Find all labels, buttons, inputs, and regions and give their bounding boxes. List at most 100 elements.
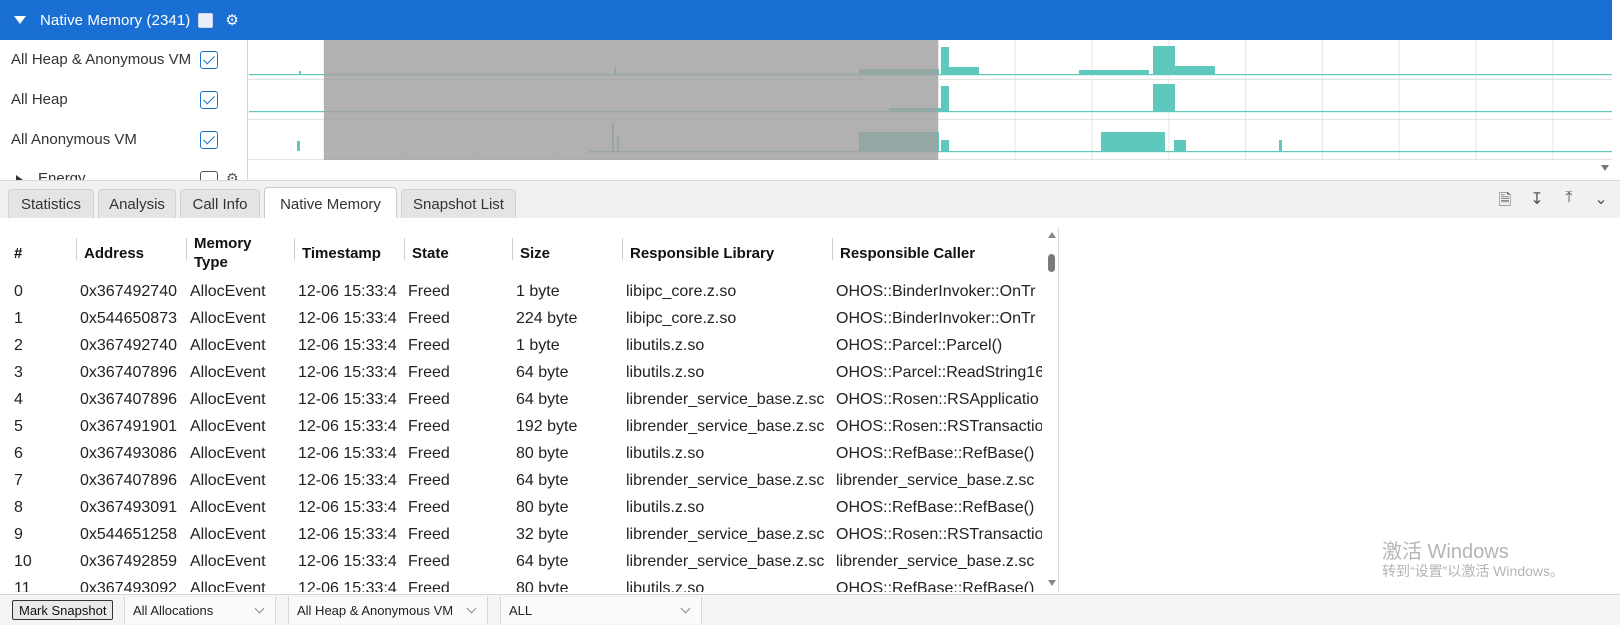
table-cell: 80 byte xyxy=(516,445,569,462)
table-cell: libipc_core.z.so xyxy=(626,310,737,327)
windows-activation-watermark-subtitle: 转到“设置”以激活 Windows。 xyxy=(1382,563,1565,579)
table-cell: 0x367492740 xyxy=(80,337,177,354)
table-cell: 3 xyxy=(14,364,23,381)
table-cell: 12-06 15:33:4 xyxy=(298,472,397,489)
table-cell: libutils.z.so xyxy=(626,580,705,592)
table-row[interactable]: 5 0x367491901 AllocEvent 12-06 15:33:4 Freed… xyxy=(0,415,1046,442)
event-filter-select[interactable]: ALL xyxy=(500,597,702,624)
table-cell: Freed xyxy=(408,283,450,300)
column-header-address[interactable]: Address xyxy=(76,228,180,278)
push-top-icon[interactable]: ⤒ xyxy=(1560,189,1578,216)
table-cell: 192 byte xyxy=(516,418,578,435)
table-cell: 0x544651258 xyxy=(80,526,177,543)
table-cell: AllocEvent xyxy=(190,391,266,408)
table-cell: 0x367493092 xyxy=(80,580,177,592)
table-cell: Freed xyxy=(408,391,450,408)
tab-toolbar: 🗎 ↧ ⤒ ⌄ xyxy=(1496,189,1610,216)
table-cell: OHOS::Parcel::ReadString16 xyxy=(836,364,1042,381)
table-vertical-scrollbar[interactable] xyxy=(1046,230,1058,588)
column-header-memory-type[interactable]: Memory Type xyxy=(186,228,290,278)
trace-chart-area[interactable] xyxy=(249,40,1612,180)
trace-row-label-text: All Heap & Anonymous VM xyxy=(11,51,192,68)
table-row[interactable]: 1 0x544650873 AllocEvent 12-06 15:33:4 Freed… xyxy=(0,307,1046,334)
column-header-index[interactable]: # xyxy=(10,228,70,278)
allocation-type-value: All Allocations xyxy=(133,603,214,618)
table-cell: 12-06 15:33:4 xyxy=(298,418,397,435)
table-cell: librender_service_base.z.sc xyxy=(836,472,1035,489)
table-row[interactable]: 3 0x367407896 AllocEvent 12-06 15:33:4 Freed… xyxy=(0,361,1046,388)
table-cell: 0x367493086 xyxy=(80,445,177,462)
collapse-triangle-icon[interactable] xyxy=(14,16,26,24)
column-header-timestamp[interactable]: Timestamp xyxy=(294,228,404,278)
tab-native-memory[interactable]: Native Memory xyxy=(264,187,397,220)
mark-snapshot-button[interactable]: Mark Snapshot xyxy=(12,600,114,620)
table-cell: 64 byte xyxy=(516,472,569,489)
table-cell: 7 xyxy=(14,472,23,489)
chevron-down-icon xyxy=(680,603,691,614)
table-cell: Freed xyxy=(408,580,450,592)
trace-row-label: Energy ⚙ xyxy=(0,160,248,180)
table-cell: AllocEvent xyxy=(190,499,266,516)
table-cell: OHOS::BinderInvoker::OnTr xyxy=(836,283,1036,300)
table-cell: Freed xyxy=(408,364,450,381)
scrollbar-thumb[interactable] xyxy=(1048,254,1055,272)
scroll-down-icon[interactable] xyxy=(1048,580,1056,586)
table-cell: Freed xyxy=(408,472,450,489)
trace-row-checkbox[interactable] xyxy=(200,171,218,180)
chevron-down-icon xyxy=(254,603,265,614)
table-cell: AllocEvent xyxy=(190,472,266,489)
column-header-state[interactable]: State xyxy=(404,228,508,278)
table-row[interactable]: 8 0x367493091 AllocEvent 12-06 15:33:4 Freed… xyxy=(0,496,1046,523)
download-icon[interactable]: ↧ xyxy=(1528,189,1546,216)
export-file-icon[interactable]: 🗎 xyxy=(1496,189,1514,216)
table-cell: 64 byte xyxy=(516,364,569,381)
table-cell: OHOS::Rosen::RSApplicatio xyxy=(836,391,1039,408)
column-header-responsible-caller[interactable]: Responsible Caller xyxy=(832,228,1036,278)
group-title: Native Memory (2341) xyxy=(40,11,191,29)
allocation-type-select[interactable]: All Allocations xyxy=(124,597,276,624)
table-row[interactable]: 6 0x367493086 AllocEvent 12-06 15:33:4 Freed… xyxy=(0,442,1046,469)
table-cell: OHOS::RefBase::RefBase() xyxy=(836,445,1035,462)
native-memory-group-header[interactable]: Native Memory (2341) ⚙ xyxy=(0,0,1612,40)
trace-row-checkbox[interactable] xyxy=(200,51,218,69)
table-cell: 12-06 15:33:4 xyxy=(298,364,397,381)
table-cell: libutils.z.so xyxy=(626,337,705,354)
table-row[interactable]: 0 0x367492740 AllocEvent 12-06 15:33:4 Freed… xyxy=(0,280,1046,307)
column-header-size[interactable]: Size xyxy=(512,228,616,278)
table-cell: AllocEvent xyxy=(190,580,266,592)
chevron-down-icon[interactable]: ⌄ xyxy=(1592,189,1610,216)
gear-icon[interactable]: ⚙ xyxy=(226,170,239,180)
trace-row-label: All Heap & Anonymous VM xyxy=(0,40,248,80)
table-row[interactable]: 10 0x367492859 AllocEvent 12-06 15:33:4 Free… xyxy=(0,550,1046,577)
gear-icon[interactable]: ⚙ xyxy=(225,13,238,28)
column-header-responsible-library[interactable]: Responsible Library xyxy=(622,228,826,278)
trace-row-checkbox[interactable] xyxy=(200,91,218,109)
table-cell: OHOS::Parcel::Parcel() xyxy=(836,337,1003,354)
group-checkbox[interactable] xyxy=(198,12,214,28)
tab-call-info[interactable]: Call Info xyxy=(180,189,260,219)
scroll-down-icon[interactable] xyxy=(1601,165,1609,171)
scroll-up-icon[interactable] xyxy=(1048,232,1056,238)
column-header-text: Responsible Library xyxy=(630,244,775,262)
trace-row-checkbox[interactable] xyxy=(200,131,218,149)
table-cell: 10 xyxy=(14,553,32,570)
detail-tabs-bar: Statistics Analysis Call Info Native Mem… xyxy=(0,180,1620,220)
table-row[interactable]: 2 0x367492740 AllocEvent 12-06 15:33:4 Freed… xyxy=(0,334,1046,361)
table-cell: 12-06 15:33:4 xyxy=(298,499,397,516)
table-cell: 1 xyxy=(14,310,23,327)
table-row[interactable]: 11 0x367493092 AllocEvent 12-06 15:33:4 Free… xyxy=(0,577,1046,592)
tab-snapshot-list[interactable]: Snapshot List xyxy=(401,189,516,219)
table-cell: 224 byte xyxy=(516,310,578,327)
time-selection-range[interactable] xyxy=(324,40,938,160)
table-cell: 0x367492740 xyxy=(80,283,177,300)
table-row[interactable]: 9 0x544651258 AllocEvent 12-06 15:33:4 Freed… xyxy=(0,523,1046,550)
table-cell: 4 xyxy=(14,391,23,408)
tab-analysis[interactable]: Analysis xyxy=(98,189,176,219)
table-cell: 0x367493091 xyxy=(80,499,177,516)
table-row[interactable]: 7 0x367407896 AllocEvent 12-06 15:33:4 Freed… xyxy=(0,469,1046,496)
tab-statistics[interactable]: Statistics xyxy=(8,189,94,219)
table-row[interactable]: 4 0x367407896 AllocEvent 12-06 15:33:4 Freed… xyxy=(0,388,1046,415)
memory-type-select[interactable]: All Heap & Anonymous VM xyxy=(288,597,488,624)
table-cell: OHOS::RefBase::RefBase() xyxy=(836,580,1035,592)
table-cell: 64 byte xyxy=(516,391,569,408)
